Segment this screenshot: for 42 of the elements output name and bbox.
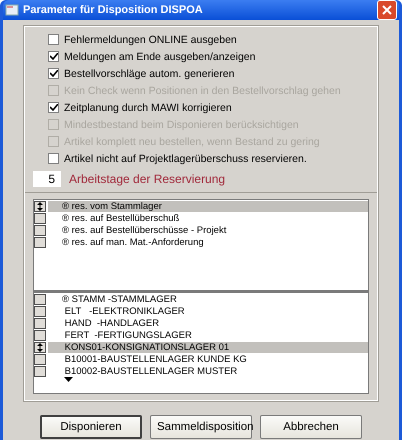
list-item[interactable]: HAND -HANDLAGER: [48, 318, 368, 328]
checkbox[interactable]: [48, 153, 59, 164]
list-item[interactable]: ® res. auf Bestellüberschuß: [48, 212, 368, 224]
list-item[interactable]: ® res. vom Stammlager: [48, 200, 368, 212]
list-item[interactable]: KONS01-KONSIGNATIONSLAGER 01: [48, 342, 368, 352]
row-marker-icon[interactable]: [34, 342, 46, 352]
list-item[interactable]: FERT -FERTIGUNGSLAGER: [48, 330, 368, 340]
row-header[interactable]: [34, 318, 46, 328]
row-header[interactable]: [34, 306, 46, 316]
list-item[interactable]: B10002-BAUSTELLENLAGER MUSTER: [48, 366, 368, 376]
close-icon: [382, 5, 392, 15]
checkbox-label[interactable]: Fehlermeldungen ONLINE ausgeben: [64, 34, 237, 46]
row-header[interactable]: [34, 236, 46, 248]
checkbox-label[interactable]: Zeitplanung durch MAWI korrigieren: [64, 102, 232, 114]
row-marker-icon[interactable]: [34, 200, 46, 212]
days-label: Arbeitstage der Reservierung: [69, 172, 226, 186]
list-item[interactable]: ® res. auf man. Mat.-Anforderung: [48, 236, 368, 248]
checkbox[interactable]: [48, 51, 59, 62]
close-button[interactable]: [377, 0, 397, 20]
app-icon: [5, 3, 19, 17]
checkbox[interactable]: [48, 34, 59, 45]
checkbox[interactable]: [48, 68, 59, 79]
row-header[interactable]: [34, 354, 46, 364]
dialog-button[interactable]: Sammeldisposition: [150, 415, 252, 439]
checkbox-label[interactable]: Meldungen am Ende ausgeben/anzeigen: [64, 50, 256, 62]
list-item[interactable]: B10001-BAUSTELLENLAGER KUNDE KG: [48, 354, 368, 364]
row-header[interactable]: [34, 294, 46, 304]
checkbox-label[interactable]: Artikel nicht auf Projektlagerüberschuss reservieren.: [64, 152, 307, 164]
dialog-button[interactable]: Disponieren: [40, 415, 142, 439]
list-item[interactable]: ® res. auf Bestellüberschüsse - Projekt: [48, 224, 368, 236]
row-header[interactable]: [34, 366, 46, 376]
row-header[interactable]: [34, 212, 46, 224]
more-rows-icon[interactable]: [64, 377, 73, 382]
days-field[interactable]: 5: [33, 171, 61, 187]
dialog-button[interactable]: Abbrechen: [260, 415, 362, 439]
list-item[interactable]: ® STAMM -STAMMLAGER: [48, 294, 368, 304]
list-item[interactable]: ELT -ELEKTRONIKLAGER: [48, 306, 368, 316]
row-header[interactable]: [34, 224, 46, 236]
window-title: Parameter für Disposition DISPOA: [23, 4, 204, 16]
checkbox[interactable]: [48, 102, 59, 113]
row-header[interactable]: [34, 330, 46, 340]
checkbox-label[interactable]: Bestellvorschläge autom. generieren: [64, 68, 234, 80]
